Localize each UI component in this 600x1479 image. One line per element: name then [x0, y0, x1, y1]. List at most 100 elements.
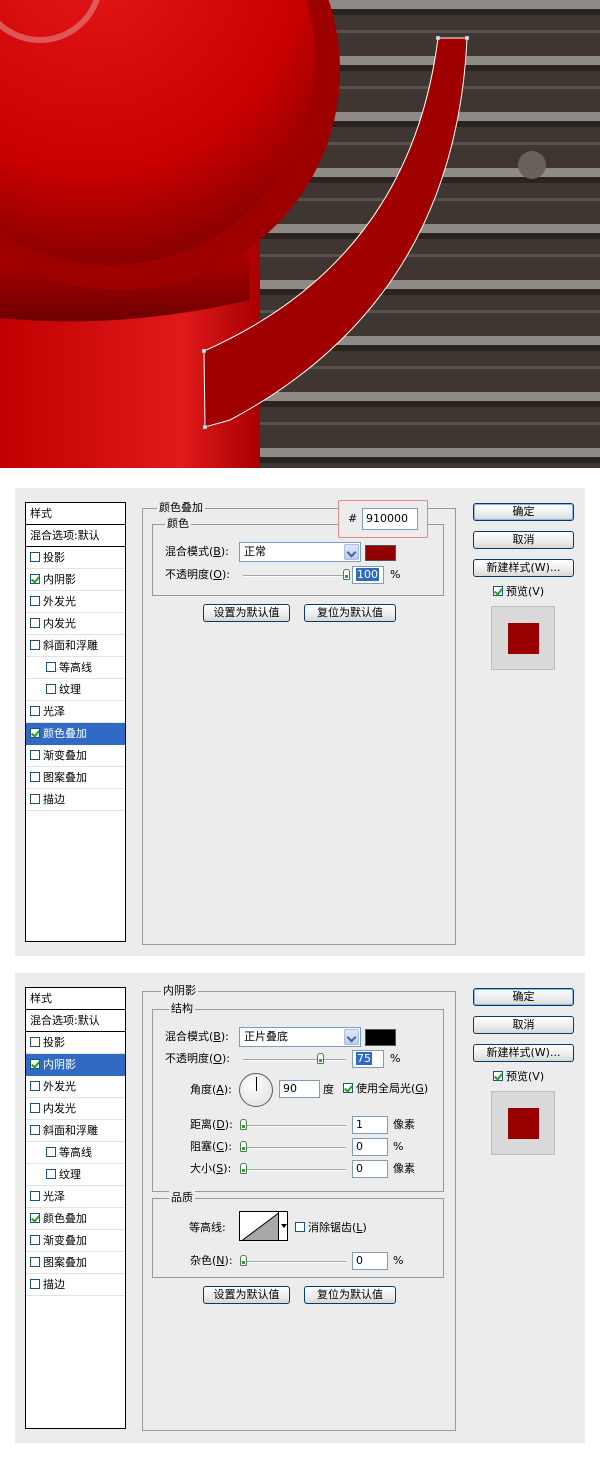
style-list-item[interactable]: 内发光: [26, 1098, 125, 1120]
opacity-slider[interactable]: [243, 1053, 346, 1064]
style-list-item[interactable]: 颜色叠加: [26, 723, 125, 745]
checkbox-icon[interactable]: [30, 574, 40, 584]
choke-input[interactable]: 0: [352, 1138, 388, 1156]
opacity-slider[interactable]: [243, 569, 350, 580]
style-list-item[interactable]: 描边: [26, 789, 125, 811]
blend-mode-select[interactable]: 正片叠底: [239, 1027, 361, 1047]
checkbox-icon[interactable]: [30, 1279, 40, 1289]
noise-slider[interactable]: [240, 1255, 346, 1266]
style-list-item[interactable]: 等高线: [26, 1142, 125, 1164]
anti-alias-checkbox[interactable]: 消除锯齿(L): [295, 1221, 367, 1235]
checkbox-icon[interactable]: [30, 772, 40, 782]
checkbox-icon[interactable]: [30, 596, 40, 606]
chevron-down-icon[interactable]: [344, 1029, 359, 1045]
style-list-item[interactable]: 内阴影: [26, 569, 125, 591]
style-list-item[interactable]: 等高线: [26, 657, 125, 679]
checkbox-icon[interactable]: [30, 1059, 40, 1069]
overlay-color-swatch[interactable]: [365, 545, 396, 561]
checkbox-icon[interactable]: [30, 640, 40, 650]
contour-picker[interactable]: [239, 1211, 279, 1241]
style-list-item[interactable]: 投影: [26, 547, 125, 569]
slider-thumb[interactable]: [240, 1141, 247, 1152]
checkbox-icon[interactable]: [343, 1083, 353, 1093]
new-style-button[interactable]: 新建样式(W)...: [473, 1044, 574, 1062]
checkbox-icon[interactable]: [30, 1213, 40, 1223]
style-list-item[interactable]: 投影: [26, 1032, 125, 1054]
angle-dial[interactable]: [239, 1073, 273, 1107]
distance-input[interactable]: 1: [352, 1116, 388, 1134]
angle-input[interactable]: 90: [279, 1080, 320, 1098]
checkbox-icon[interactable]: [30, 750, 40, 760]
size-input[interactable]: 0: [352, 1160, 388, 1178]
style-list-item[interactable]: 外发光: [26, 591, 125, 613]
style-list-item[interactable]: 外发光: [26, 1076, 125, 1098]
shadow-color-swatch[interactable]: [365, 1029, 396, 1046]
ok-button[interactable]: 确定: [473, 503, 574, 521]
distance-slider[interactable]: [240, 1119, 346, 1130]
chevron-down-icon[interactable]: [344, 544, 359, 560]
checkbox-icon[interactable]: [46, 684, 56, 694]
style-list-item[interactable]: 图案叠加: [26, 767, 125, 789]
checkbox-icon[interactable]: [30, 1191, 40, 1201]
cancel-button[interactable]: 取消: [473, 1016, 574, 1034]
style-list-item[interactable]: 斜面和浮雕: [26, 1120, 125, 1142]
slider-thumb[interactable]: [240, 1163, 247, 1174]
style-list-header[interactable]: 样式: [26, 988, 125, 1010]
reset-default-button[interactable]: 复位为默认值: [304, 604, 396, 622]
opacity-input[interactable]: 75: [352, 1050, 384, 1068]
choke-slider[interactable]: [240, 1141, 346, 1152]
checkbox-icon[interactable]: [30, 1081, 40, 1091]
style-list-header[interactable]: 样式: [26, 503, 125, 525]
style-list-item-label: 内发光: [43, 617, 76, 630]
slider-thumb[interactable]: [240, 1255, 247, 1266]
checkbox-icon[interactable]: [46, 1169, 56, 1179]
make-default-button[interactable]: 设置为默认值: [203, 604, 290, 622]
checkbox-icon[interactable]: [30, 1037, 40, 1047]
checkbox-icon[interactable]: [30, 1257, 40, 1267]
style-list-item[interactable]: 纹理: [26, 1164, 125, 1186]
contour-dropdown[interactable]: [278, 1211, 288, 1241]
blend-options-item[interactable]: 混合选项:默认: [26, 525, 125, 547]
checkbox-icon[interactable]: [30, 706, 40, 716]
style-list-item[interactable]: 内阴影: [26, 1054, 125, 1076]
style-list-item[interactable]: 纹理: [26, 679, 125, 701]
slider-thumb[interactable]: [317, 1053, 325, 1064]
cancel-button[interactable]: 取消: [473, 531, 574, 549]
style-list-item[interactable]: 渐变叠加: [26, 1230, 125, 1252]
new-style-button[interactable]: 新建样式(W)...: [473, 559, 574, 577]
preview-checkbox[interactable]: 预览(V): [493, 1070, 544, 1084]
blend-options-item[interactable]: 混合选项:默认: [26, 1010, 125, 1032]
checkbox-icon[interactable]: [30, 794, 40, 804]
checkbox-icon[interactable]: [493, 586, 503, 596]
style-list-item[interactable]: 内发光: [26, 613, 125, 635]
checkbox-icon[interactable]: [493, 1071, 503, 1081]
checkbox-icon[interactable]: [30, 1103, 40, 1113]
slider-thumb[interactable]: [240, 1119, 247, 1130]
style-list-item[interactable]: 斜面和浮雕: [26, 635, 125, 657]
opacity-input[interactable]: 100: [352, 566, 384, 584]
style-list-item[interactable]: 光泽: [26, 1186, 125, 1208]
checkbox-icon[interactable]: [30, 618, 40, 628]
style-list-item[interactable]: 光泽: [26, 701, 125, 723]
style-list-item[interactable]: 颜色叠加: [26, 1208, 125, 1230]
make-default-button[interactable]: 设置为默认值: [203, 1286, 290, 1304]
global-light-checkbox[interactable]: 使用全局光(G): [343, 1082, 428, 1096]
checkbox-icon[interactable]: [30, 1125, 40, 1135]
slider-thumb[interactable]: [343, 569, 350, 580]
checkbox-icon[interactable]: [30, 728, 40, 738]
blend-mode-select[interactable]: 正常: [239, 542, 361, 562]
checkbox-icon[interactable]: [46, 1147, 56, 1157]
preview-checkbox[interactable]: 预览(V): [493, 585, 544, 599]
checkbox-icon[interactable]: [30, 1235, 40, 1245]
checkbox-icon[interactable]: [295, 1222, 305, 1232]
checkbox-icon[interactable]: [30, 552, 40, 562]
style-list-item[interactable]: 图案叠加: [26, 1252, 125, 1274]
size-slider[interactable]: [240, 1163, 346, 1174]
ok-button[interactable]: 确定: [473, 988, 574, 1006]
hex-input[interactable]: 910000: [362, 508, 418, 530]
checkbox-icon[interactable]: [46, 662, 56, 672]
style-list-item[interactable]: 描边: [26, 1274, 125, 1296]
style-list-item[interactable]: 渐变叠加: [26, 745, 125, 767]
reset-default-button[interactable]: 复位为默认值: [304, 1286, 396, 1304]
noise-input[interactable]: 0: [352, 1252, 388, 1270]
